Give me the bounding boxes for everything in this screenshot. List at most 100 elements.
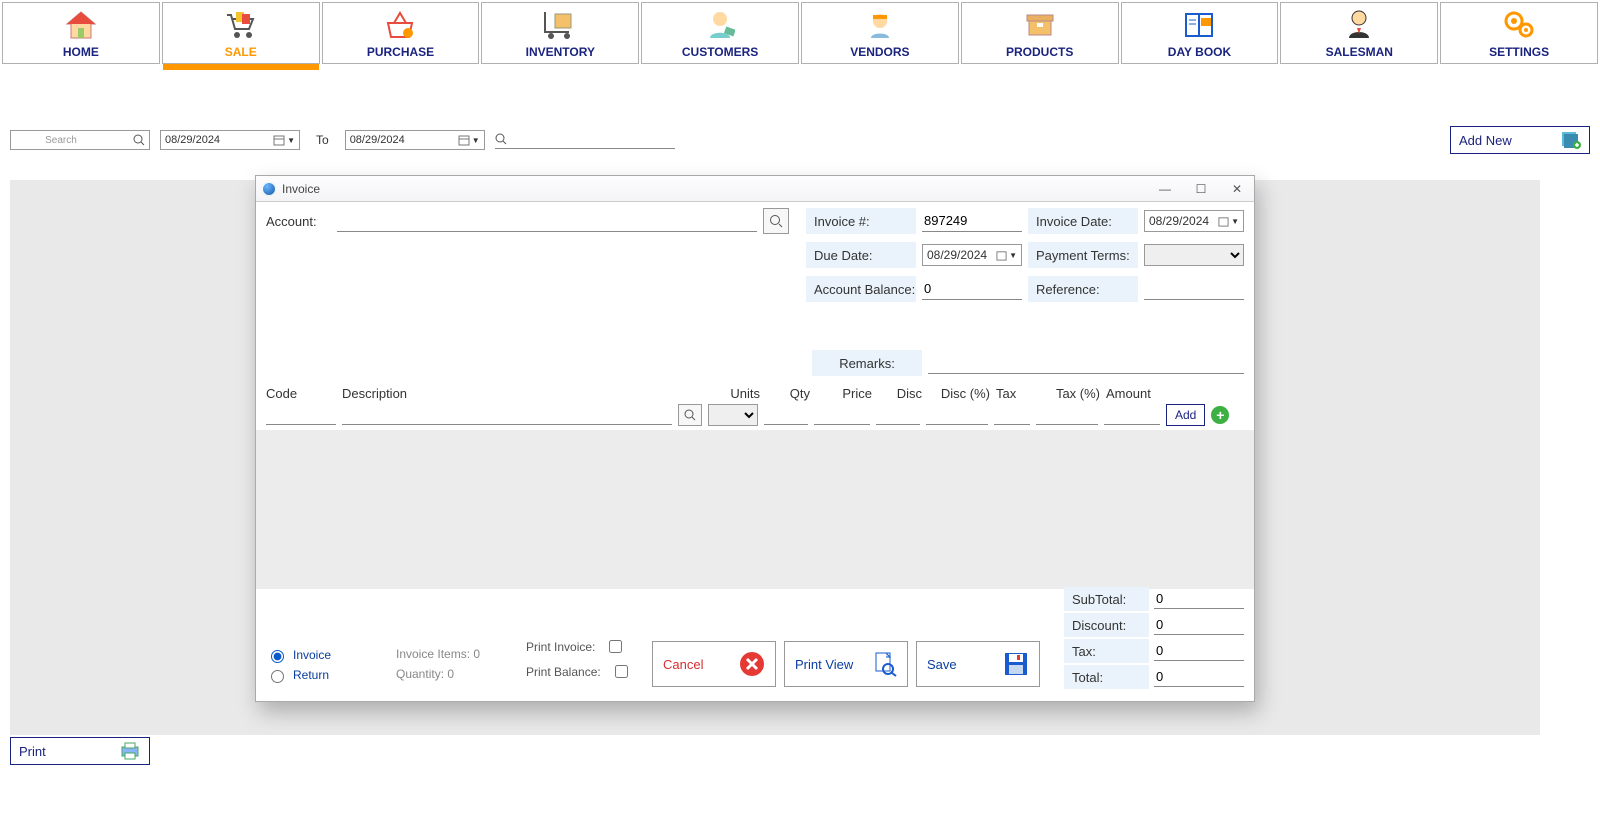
- save-label: Save: [927, 657, 957, 672]
- maximize-button[interactable]: ☐: [1190, 182, 1212, 196]
- save-button[interactable]: Save: [916, 641, 1040, 687]
- line-items-area: [256, 430, 1254, 589]
- nav-products[interactable]: PRODUCTS: [961, 2, 1119, 64]
- trolley-icon: [542, 9, 578, 41]
- minimize-button[interactable]: —: [1154, 182, 1176, 196]
- tax-value[interactable]: [1154, 641, 1244, 661]
- add-new-icon: [1561, 131, 1581, 149]
- nav-sale[interactable]: SALE: [162, 2, 320, 64]
- line-price-input[interactable]: [814, 405, 870, 425]
- basket-icon: [382, 9, 418, 41]
- add-new-label: Add New: [1459, 133, 1512, 148]
- vendor-icon: [862, 9, 898, 41]
- discount-label: Discount:: [1064, 613, 1149, 637]
- radio-return[interactable]: [271, 670, 284, 683]
- reference-label: Reference:: [1028, 276, 1138, 302]
- close-button[interactable]: ✕: [1226, 182, 1248, 196]
- col-desc: Description: [342, 386, 672, 401]
- line-desc-input[interactable]: [342, 405, 672, 425]
- add-plus-button[interactable]: +: [1211, 406, 1229, 424]
- nav-settings[interactable]: SETTINGS: [1440, 2, 1598, 64]
- date-from-input[interactable]: 08/29/2024 ▼: [160, 130, 300, 150]
- line-taxp-input[interactable]: [1036, 405, 1098, 425]
- due-date-input[interactable]: 08/29/2024 ▼: [922, 244, 1022, 266]
- radio-return-label: Return: [293, 668, 329, 682]
- nav-label: INVENTORY: [526, 45, 595, 59]
- print-label: Print: [19, 744, 46, 759]
- date-from-value: 08/29/2024: [165, 134, 220, 146]
- add-line-button[interactable]: Add: [1166, 404, 1205, 426]
- print-invoice-checkbox[interactable]: [609, 640, 622, 653]
- calendar-dropdown-icon: ▼: [1218, 216, 1239, 227]
- cancel-button[interactable]: Cancel: [652, 641, 776, 687]
- nav-inventory[interactable]: INVENTORY: [481, 2, 639, 64]
- date-to-value: 08/29/2024: [350, 134, 405, 146]
- to-label: To: [316, 133, 329, 147]
- invoice-no-label: Invoice #:: [806, 208, 916, 234]
- search-icon: [133, 134, 145, 146]
- col-tax: Tax: [996, 386, 1032, 401]
- col-discp: Disc (%): [928, 386, 990, 401]
- subtotal-label: SubTotal:: [1064, 587, 1149, 611]
- search-input[interactable]: Search: [10, 130, 150, 150]
- line-amount-input[interactable]: [1104, 405, 1160, 425]
- account-input[interactable]: [337, 210, 757, 232]
- date-to-input[interactable]: 08/29/2024 ▼: [345, 130, 485, 150]
- invoice-no-input[interactable]: [922, 210, 1022, 232]
- nav-purchase[interactable]: PURCHASE: [322, 2, 480, 64]
- cart-icon: [223, 9, 259, 41]
- account-label: Account:: [266, 214, 317, 229]
- nav-label: SALESMAN: [1326, 45, 1393, 59]
- total-value[interactable]: [1154, 667, 1244, 687]
- col-code: Code: [266, 386, 336, 401]
- nav-label: SALE: [225, 45, 257, 59]
- col-qty: Qty: [766, 386, 810, 401]
- line-qty-input[interactable]: [764, 405, 808, 425]
- add-new-button[interactable]: Add New: [1450, 126, 1590, 154]
- home-icon: [63, 9, 99, 41]
- radio-invoice-label: Invoice: [293, 648, 331, 662]
- nav-daybook[interactable]: DAY BOOK: [1121, 2, 1279, 64]
- line-units-select[interactable]: [708, 404, 758, 426]
- print-button[interactable]: Print: [10, 737, 150, 765]
- nav-salesman[interactable]: SALESMAN: [1280, 2, 1438, 64]
- nav-customers[interactable]: CUSTOMERS: [641, 2, 799, 64]
- nav-home[interactable]: HOME: [2, 2, 160, 64]
- filter-search-input[interactable]: [495, 131, 675, 149]
- total-label: Total:: [1064, 665, 1149, 689]
- calendar-dropdown-icon: ▼: [996, 250, 1017, 261]
- discount-value[interactable]: [1154, 615, 1244, 635]
- search-placeholder: Search: [45, 135, 77, 146]
- account-balance-input[interactable]: [922, 278, 1022, 300]
- print-balance-checkbox[interactable]: [615, 665, 628, 678]
- line-code-input[interactable]: [266, 405, 336, 425]
- top-nav: HOME SALE PURCHASE INVENTORY CUSTOMERS V…: [0, 0, 1600, 66]
- calendar-dropdown-icon: ▼: [273, 134, 295, 146]
- line-disc-input[interactable]: [876, 405, 920, 425]
- quantity-count: Quantity: 0: [396, 667, 480, 681]
- reference-input[interactable]: [1144, 278, 1244, 300]
- account-search-button[interactable]: [763, 208, 789, 234]
- nav-vendors[interactable]: VENDORS: [801, 2, 959, 64]
- subtotal-value[interactable]: [1154, 589, 1244, 609]
- print-view-label: Print View: [795, 657, 853, 672]
- payment-terms-select[interactable]: [1144, 244, 1244, 266]
- salesman-icon: [1341, 9, 1377, 41]
- radio-invoice[interactable]: [271, 650, 284, 663]
- remarks-input[interactable]: [928, 352, 1244, 374]
- line-search-button[interactable]: [678, 404, 702, 426]
- remarks-label: Remarks:: [812, 350, 922, 376]
- line-tax-input[interactable]: [994, 405, 1030, 425]
- print-view-button[interactable]: Print View: [784, 641, 908, 687]
- cancel-label: Cancel: [663, 657, 703, 672]
- account-balance-label: Account Balance:: [806, 276, 916, 302]
- line-discp-input[interactable]: [926, 405, 988, 425]
- invoice-date-input[interactable]: 08/29/2024 ▼: [1144, 210, 1244, 232]
- nav-label: SETTINGS: [1489, 45, 1549, 59]
- search-icon: [684, 409, 696, 421]
- dialog-title-bar: Invoice — ☐ ✕: [256, 176, 1254, 202]
- dialog-body: Account: Invoice #: Invoice Date: 08/29/…: [256, 202, 1254, 701]
- calendar-dropdown-icon: ▼: [458, 134, 480, 146]
- document-search-icon: [873, 651, 897, 677]
- print-invoice-label: Print Invoice:: [526, 640, 595, 654]
